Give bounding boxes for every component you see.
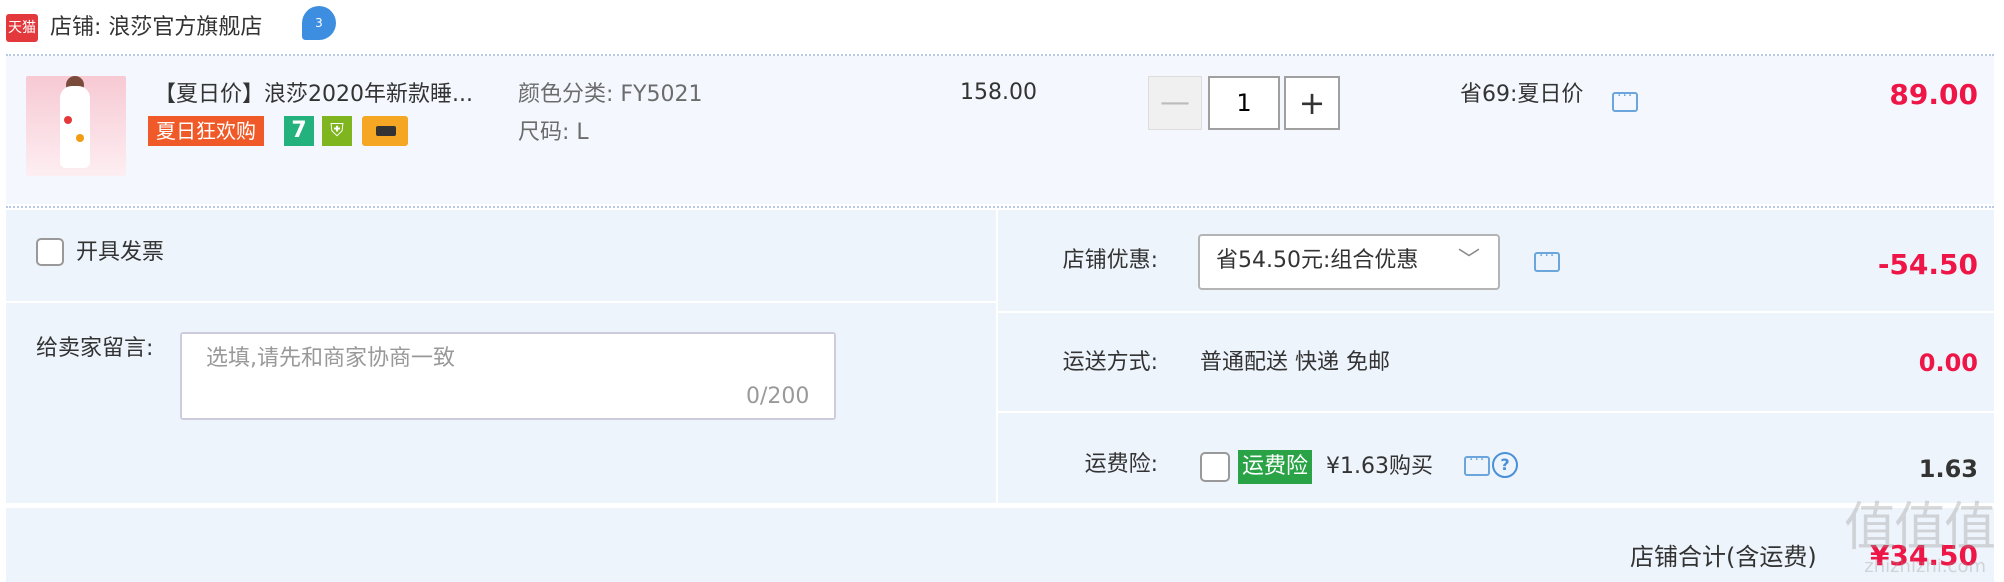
- chevron-down-icon: ﹀: [1458, 248, 1481, 273]
- shop-discount-value: 省54.50元:组合优惠: [1216, 248, 1419, 273]
- comment-icon[interactable]: [1612, 88, 1638, 112]
- chat-icon[interactable]: 3: [302, 6, 336, 40]
- product-thumbnail[interactable]: [26, 76, 126, 176]
- item-divider: [6, 206, 1994, 208]
- thumb-pattern: [64, 116, 72, 124]
- promo-text: 省69:夏日价: [1460, 82, 1584, 107]
- quantity-input[interactable]: [1208, 76, 1280, 130]
- help-icon[interactable]: ?: [1492, 452, 1518, 478]
- seller-message-placeholder: 选填,请先和商家协商一致: [206, 346, 455, 371]
- shipping-label: 运送方式:: [1062, 350, 1158, 375]
- tmall-icon: 天猫: [6, 14, 38, 42]
- summer-sale-badge: 夏日狂欢购: [148, 116, 264, 146]
- shop-header: [0, 0, 2004, 54]
- watermark-url: zhizhizhi.com: [1864, 556, 1986, 577]
- thumb-dress: [60, 86, 90, 168]
- shop-name-link[interactable]: 店铺: 浪莎官方旗舰店: [50, 10, 262, 46]
- shop-discount-amount: -54.50: [1877, 248, 1978, 281]
- invoice-checkbox[interactable]: [36, 238, 64, 266]
- insurance-price: ¥1.63购买: [1326, 454, 1433, 479]
- shipping-method: 普通配送 快递 免邮: [1200, 350, 1390, 375]
- invoice-label: 开具发票: [76, 240, 165, 265]
- seller-message-label: 给卖家留言:: [36, 336, 154, 361]
- sku-size: 尺码: L: [518, 120, 589, 145]
- shipping-amount: 0.00: [1918, 349, 1978, 377]
- quantity-increase-button[interactable]: +: [1284, 76, 1340, 130]
- comment-icon[interactable]: [1534, 248, 1560, 272]
- unit-price: 158.00: [960, 80, 1037, 105]
- thumb-pattern: [76, 134, 84, 142]
- seven-day-return-icon: 7: [284, 116, 314, 146]
- watermark-logo: 值值值: [1843, 498, 1996, 558]
- item-subtotal: 89.00: [1889, 78, 1978, 111]
- insurance-checkbox[interactable]: [1200, 452, 1230, 482]
- insurance-label: 运费险:: [1084, 452, 1158, 477]
- insurance-amount: 1.63: [1918, 455, 1978, 483]
- comment-icon[interactable]: [1464, 452, 1490, 476]
- product-title-link[interactable]: 【夏日价】浪莎2020年新款睡...: [154, 80, 494, 110]
- divider: [998, 411, 1994, 413]
- credit-card-icon: [362, 116, 408, 146]
- character-count: 0/200: [746, 384, 810, 409]
- sku-color: 颜色分类: FY5021: [518, 82, 703, 107]
- guarantee-icon: ⛨: [322, 116, 352, 146]
- insurance-badge: 运费险: [1238, 450, 1313, 484]
- divider: [998, 311, 1994, 313]
- shop-total-label: 店铺合计(含运费): [1630, 543, 1817, 571]
- shop-discount-label: 店铺优惠:: [1062, 248, 1158, 273]
- divider: [6, 301, 996, 303]
- quantity-decrease-button[interactable]: —: [1148, 76, 1202, 130]
